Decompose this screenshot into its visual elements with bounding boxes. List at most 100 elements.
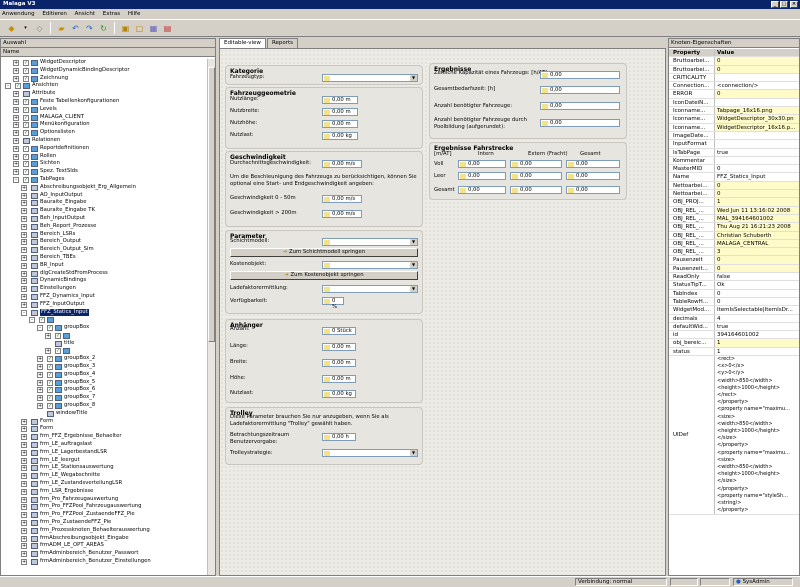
tree-item[interactable]: + ✓ Levels bbox=[1, 106, 208, 114]
expand-icon[interactable]: + bbox=[21, 527, 27, 534]
tree-item[interactable]: + ✓ groupBox_6 bbox=[1, 386, 208, 394]
tree-item[interactable]: + ✓ Reportdefinitionen bbox=[1, 145, 208, 153]
expand-icon[interactable]: + bbox=[21, 496, 27, 503]
tree-item[interactable]: + ✓ MALAGA_CLIENT bbox=[1, 114, 208, 122]
expand-icon[interactable]: + bbox=[21, 262, 27, 269]
grid-icon[interactable]: ▦ bbox=[148, 23, 159, 34]
expand-icon[interactable]: + bbox=[21, 192, 27, 199]
expand-icon[interactable]: + bbox=[21, 247, 27, 254]
property-row[interactable]: ReadOnly false bbox=[669, 273, 799, 282]
property-value[interactable]: 0 bbox=[715, 90, 799, 98]
leer-gesamt-output[interactable]: 0,00 bbox=[566, 172, 620, 180]
property-value[interactable]: true bbox=[715, 323, 799, 330]
expand-icon[interactable]: + bbox=[21, 535, 27, 542]
tree-item[interactable]: + frmAdminbereich_Benutzer_Passwort bbox=[1, 550, 208, 558]
expand-icon[interactable]: + bbox=[37, 387, 43, 394]
tree-item[interactable]: + ✓ Optionslisten bbox=[1, 129, 208, 137]
ladefaktor-select[interactable]: ▼ bbox=[322, 285, 418, 293]
tree-item[interactable]: + ✓ Spez. TextSIds bbox=[1, 168, 208, 176]
voll-intern-output[interactable]: 0,00 bbox=[458, 160, 506, 168]
expand-icon[interactable]: + bbox=[21, 215, 27, 222]
property-row[interactable]: Nettoarbei... 0 bbox=[669, 181, 799, 191]
checkbox-icon[interactable]: ✓ bbox=[23, 161, 29, 168]
fahrzeugtyp-select[interactable]: ▼ bbox=[322, 74, 418, 82]
checkbox-icon[interactable]: ✓ bbox=[23, 130, 29, 137]
tree-item[interactable]: + DynamicBindings bbox=[1, 277, 208, 285]
property-row[interactable]: IsTabPage true bbox=[669, 148, 799, 157]
tree-item[interactable]: + frm_Prozessknoten_Behaelterauswertung bbox=[1, 527, 208, 535]
tree-item[interactable]: + Beh_InputOutput bbox=[1, 215, 208, 223]
property-value[interactable]: ItemIsSelectable|ItemIsDr... bbox=[715, 306, 799, 313]
tree-view[interactable]: + ✓ WidgetDescriptor + ✓ WidgetDynamicBinding… bbox=[1, 59, 208, 575]
checkbox-icon[interactable]: ✓ bbox=[23, 98, 29, 105]
expand-icon[interactable]: + bbox=[21, 418, 27, 425]
property-value[interactable]: 0 bbox=[715, 290, 799, 297]
collapse-icon[interactable]: - bbox=[29, 317, 35, 324]
tree-item[interactable]: + frmAdminbereich_Benutzer_Einstellungen bbox=[1, 558, 208, 566]
checkbox-icon[interactable]: ✓ bbox=[15, 83, 21, 90]
property-value[interactable]: 0 bbox=[715, 65, 799, 73]
close-button[interactable]: × bbox=[790, 1, 798, 8]
expand-icon[interactable]: + bbox=[21, 270, 27, 277]
nutzlaenge-input[interactable]: 0,00 m bbox=[322, 96, 358, 104]
expand-icon[interactable]: + bbox=[13, 161, 19, 168]
property-value[interactable]: 4 bbox=[715, 315, 799, 322]
tree-item[interactable]: + Attribute bbox=[1, 90, 208, 98]
geschw-200-input[interactable]: 0,00 m/s bbox=[322, 210, 362, 218]
property-row[interactable]: OBJ_PROJ... 1 bbox=[669, 198, 799, 207]
expand-icon[interactable]: + bbox=[13, 106, 19, 113]
expand-icon[interactable]: + bbox=[13, 137, 19, 144]
tree-item[interactable]: + AO_InputOutput bbox=[1, 192, 208, 200]
expand-icon[interactable]: + bbox=[13, 122, 19, 129]
expand-icon[interactable]: + bbox=[37, 356, 43, 363]
schichtmodell-select[interactable]: ▼ bbox=[322, 238, 418, 246]
checkbox-icon[interactable]: ✓ bbox=[23, 60, 29, 66]
folder-icon[interactable]: ▰ bbox=[56, 23, 67, 34]
property-row[interactable]: Iconname... Tabpage_16x16.png bbox=[669, 107, 799, 116]
property-row[interactable]: OBJ_REL_... Wed Jun 11 13:16:02 2008 bbox=[669, 206, 799, 215]
property-row[interactable]: Iconname... WidgetDescriptor_30x30.pn bbox=[669, 115, 799, 124]
geschw-0-50-input[interactable]: 0,00 m/s bbox=[322, 195, 362, 203]
redo-icon[interactable]: ↷ bbox=[84, 23, 95, 34]
unlock-icon[interactable]: ▢ bbox=[134, 23, 145, 34]
tree-item[interactable]: + ✓ groupBox_7 bbox=[1, 394, 208, 402]
property-value[interactable]: 1 bbox=[715, 339, 799, 347]
expand-icon[interactable]: + bbox=[37, 371, 43, 378]
menu-anwendung[interactable]: Anwendung bbox=[2, 11, 35, 17]
tree-item[interactable]: + Bereich_Output bbox=[1, 238, 208, 246]
tree-item[interactable]: + frm_Pro_FFZPool_Fahrzeugauswertung bbox=[1, 503, 208, 511]
expand-icon[interactable]: + bbox=[21, 301, 27, 308]
property-row[interactable]: Connection... <connection/> bbox=[669, 82, 799, 91]
property-value[interactable]: 0 bbox=[715, 165, 799, 172]
tree-item[interactable]: + frm_FFZ_Ergebnisse_Behaelter bbox=[1, 433, 208, 441]
expand-icon[interactable]: + bbox=[21, 286, 27, 293]
property-value[interactable]: Tabpage_16x16.png bbox=[715, 107, 799, 115]
property-value[interactable]: 0 bbox=[715, 264, 799, 272]
tree-item[interactable]: + Einstellungen bbox=[1, 285, 208, 293]
minimize-button[interactable]: _ bbox=[771, 1, 779, 8]
expand-icon[interactable]: + bbox=[21, 449, 27, 456]
property-row[interactable]: decimals 4 bbox=[669, 314, 799, 323]
expand-icon[interactable]: + bbox=[13, 75, 19, 82]
tree-item[interactable]: + frm_Pro_FFZPool_ZustaendeFFZ_Pie bbox=[1, 511, 208, 519]
expand-icon[interactable]: + bbox=[21, 559, 27, 565]
durchschnitt-input[interactable]: 0,00 m/s bbox=[322, 160, 362, 168]
tree-item[interactable]: + Form bbox=[1, 425, 208, 433]
tree-item[interactable]: + ✓ groupBox_3 bbox=[1, 363, 208, 371]
tree-item[interactable]: + ✓ Rollen bbox=[1, 153, 208, 161]
property-value[interactable]: 0 bbox=[715, 256, 799, 264]
tree-item[interactable]: + ✓ groupBox_5 bbox=[1, 379, 208, 387]
property-value[interactable]: 0 bbox=[715, 57, 799, 65]
gesamt-gesamt-output[interactable]: 0,00 bbox=[566, 186, 620, 194]
tree-item[interactable]: + frm_LE_LagerbestandLSR bbox=[1, 449, 208, 457]
property-row[interactable]: OBJ_REL_... 3 bbox=[669, 248, 799, 257]
expand-icon[interactable]: + bbox=[21, 457, 27, 464]
verfuegbarkeit-input[interactable]: 0 % bbox=[322, 297, 344, 310]
expand-icon[interactable]: + bbox=[45, 332, 51, 339]
property-value[interactable]: WidgetDescriptor_30x30.pn bbox=[715, 115, 799, 123]
property-row-uidef[interactable]: UIDef <rect> <x>0</x> <y>0</y> <width>850</w… bbox=[669, 355, 799, 516]
property-row[interactable]: Bruttoarbei... 0 bbox=[669, 65, 799, 74]
property-value[interactable]: MALAGA_CENTRAL bbox=[715, 239, 799, 248]
property-row[interactable]: defaultWid... true bbox=[669, 322, 799, 332]
leer-intern-output[interactable]: 0,00 bbox=[458, 172, 506, 180]
